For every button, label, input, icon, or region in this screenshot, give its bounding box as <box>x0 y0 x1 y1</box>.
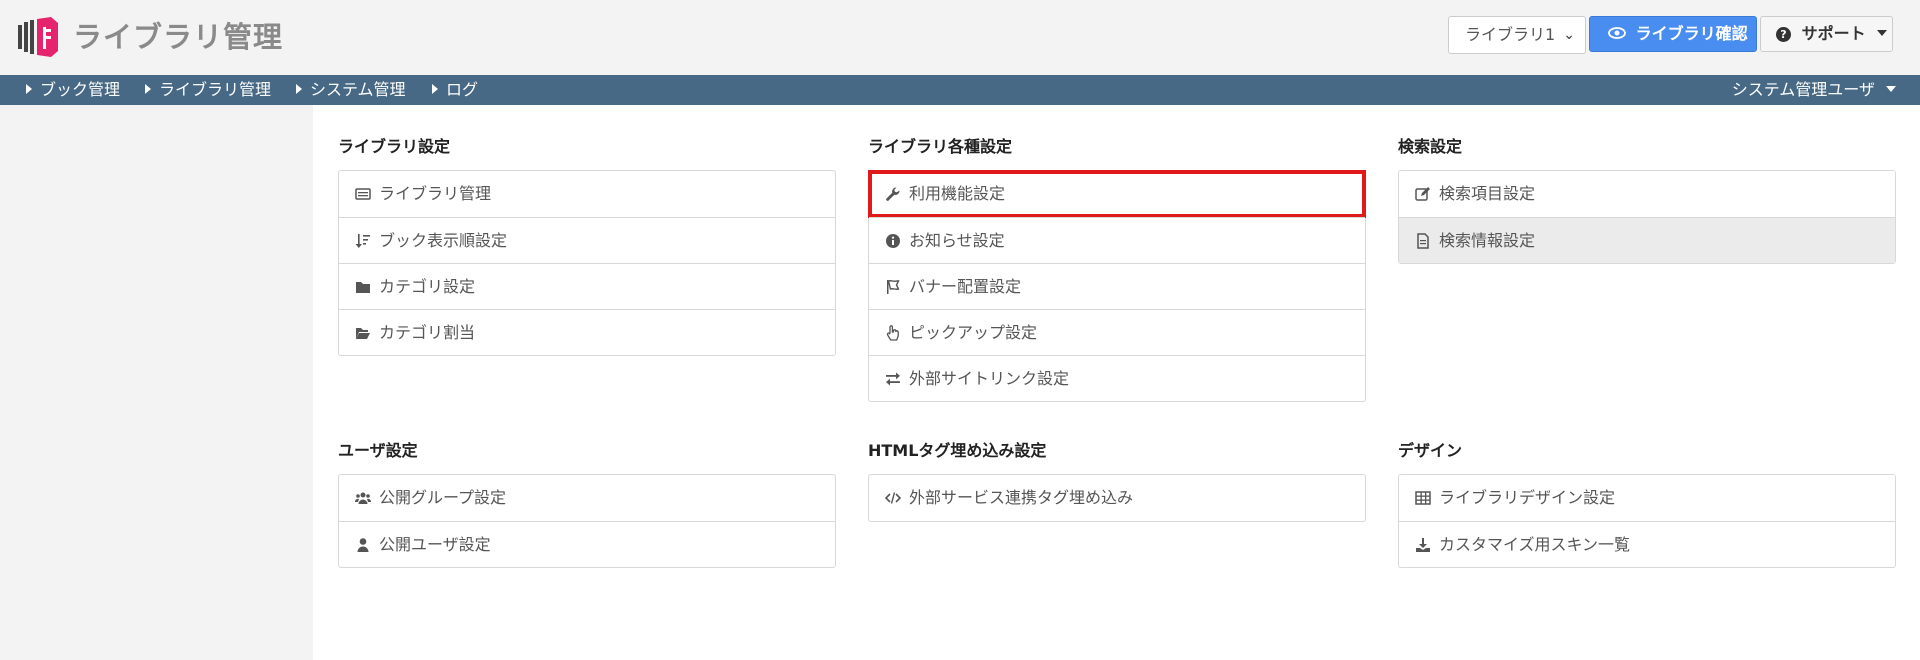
item-label: 検索情報設定 <box>1439 231 1536 250</box>
sidebar <box>0 105 313 660</box>
library-confirm-label: ライブラリ確認 <box>1635 24 1748 43</box>
section-design: デザイン ライブラリデザイン設定 カスタマイズ用スキン一覧 <box>1398 436 1896 568</box>
nav-item-log[interactable]: ログ <box>432 75 478 105</box>
eye-icon <box>1608 27 1626 39</box>
folder-open-icon <box>356 328 370 339</box>
item-label: 公開ユーザ設定 <box>379 535 491 554</box>
question-icon: ? <box>1776 27 1791 42</box>
app-title: ライブラリ管理 <box>73 20 284 54</box>
section-title: ライブラリ設定 <box>338 137 451 156</box>
list-item-public-users[interactable]: 公開ユーザ設定 <box>339 521 835 567</box>
item-label: 検索項目設定 <box>1439 184 1536 203</box>
edit-icon <box>1415 187 1430 201</box>
item-label: ピックアップ設定 <box>909 323 1038 342</box>
list-item-book-order[interactable]: ブック表示順設定 <box>339 217 835 263</box>
flag-icon <box>887 280 900 294</box>
section-title: ライブラリ各種設定 <box>868 137 1013 156</box>
library-select-value: ライブラリ1 <box>1465 25 1556 44</box>
caret-right-icon <box>26 84 32 94</box>
item-label: カテゴリ設定 <box>379 277 476 296</box>
library-select[interactable]: ライブラリ1 ⌄ <box>1448 16 1586 54</box>
file-icon <box>1417 233 1429 249</box>
main-content: ライブラリ設定 ライブラリ管理 ブック表示順設定 カテゴリ設定 カテゴリ割当 ラ… <box>313 105 1920 660</box>
settings-list: ライブラリデザイン設定 カスタマイズ用スキン一覧 <box>1398 474 1896 568</box>
app-logo-icon <box>18 17 58 57</box>
nav-item-label: システム管理 <box>310 80 406 99</box>
list-item-library-management[interactable]: ライブラリ管理 <box>339 171 835 217</box>
item-label: ブック表示順設定 <box>379 231 508 250</box>
chevron-down-icon: ⌄ <box>1563 27 1575 43</box>
item-label: 外部サイトリンク設定 <box>909 369 1070 388</box>
settings-list: 公開グループ設定 公開ユーザ設定 <box>338 474 836 568</box>
caret-down-icon <box>1886 86 1896 92</box>
users-icon <box>355 492 371 504</box>
nav-item-system[interactable]: システム管理 <box>296 75 406 105</box>
hand-pointer-icon <box>886 325 899 341</box>
item-label: お知らせ設定 <box>909 231 1005 250</box>
item-label: 公開グループ設定 <box>379 488 507 507</box>
list-item-public-groups[interactable]: 公開グループ設定 <box>339 475 835 521</box>
support-label: サポート <box>1801 24 1866 43</box>
section-search-settings: 検索設定 検索項目設定 検索情報設定 <box>1398 132 1896 264</box>
settings-list: ライブラリ管理 ブック表示順設定 カテゴリ設定 カテゴリ割当 <box>338 170 836 356</box>
section-html-tag-settings: HTMLタグ埋め込み設定 外部サービス連携タグ埋め込み <box>868 436 1366 522</box>
list-item-external-link-settings[interactable]: 外部サイトリンク設定 <box>869 355 1365 401</box>
table-icon <box>1415 491 1431 505</box>
list-item-search-fields[interactable]: 検索項目設定 <box>1399 171 1895 217</box>
user-menu-label: システム管理ユーザ <box>1731 80 1875 99</box>
settings-list: 外部サービス連携タグ埋め込み <box>868 474 1366 522</box>
section-library-settings: ライブラリ設定 ライブラリ管理 ブック表示順設定 カテゴリ設定 カテゴリ割当 <box>338 132 836 356</box>
item-label: 利用機能設定 <box>909 184 1006 203</box>
list-item-feature-settings[interactable]: 利用機能設定 <box>868 170 1366 218</box>
item-label: カスタマイズ用スキン一覧 <box>1439 535 1631 554</box>
list-item-pickup-settings[interactable]: ピックアップ設定 <box>869 309 1365 355</box>
list-item-category-assign[interactable]: カテゴリ割当 <box>339 309 835 355</box>
folder-icon <box>356 282 370 293</box>
item-label: ライブラリデザイン設定 <box>1439 488 1616 507</box>
info-icon <box>886 234 900 248</box>
caret-right-icon <box>145 84 151 94</box>
nav-item-book[interactable]: ブック管理 <box>26 75 120 105</box>
wrench-icon <box>886 187 900 201</box>
nav-item-label: ログ <box>446 80 479 99</box>
caret-right-icon <box>432 84 438 94</box>
section-title: デザイン <box>1398 441 1463 460</box>
list-item-category-settings[interactable]: カテゴリ設定 <box>339 263 835 309</box>
sort-icon <box>355 234 370 248</box>
list-item-library-design[interactable]: ライブラリデザイン設定 <box>1399 475 1895 521</box>
nav-item-label: ブック管理 <box>40 80 121 99</box>
caret-right-icon <box>296 84 302 94</box>
nav-item-label: ライブラリ管理 <box>159 80 272 99</box>
item-label: 外部サービス連携タグ埋め込み <box>909 488 1134 507</box>
item-label: バナー配置設定 <box>909 277 1022 296</box>
header: ライブラリ管理 ライブラリ1 ⌄ ライブラリ確認 ? サポート <box>0 0 1920 75</box>
section-title: ユーザ設定 <box>338 441 418 460</box>
list-item-banner-settings[interactable]: バナー配置設定 <box>869 263 1365 309</box>
section-various-settings: ライブラリ各種設定 利用機能設定 お知らせ設定 バナー配置設定 ピックアップ設定… <box>868 132 1366 402</box>
user-icon <box>357 538 369 552</box>
settings-list: 検索項目設定 検索情報設定 <box>1398 170 1896 264</box>
code-icon <box>885 492 901 504</box>
user-menu[interactable]: システム管理ユーザ <box>1732 75 1896 105</box>
list-item-external-service-tags[interactable]: 外部サービス連携タグ埋め込み <box>869 475 1365 521</box>
section-user-settings: ユーザ設定 公開グループ設定 公開ユーザ設定 <box>338 436 836 568</box>
main-nav: ブック管理 ライブラリ管理 システム管理 ログ システム管理ユーザ <box>0 75 1920 105</box>
settings-list: 利用機能設定 お知らせ設定 バナー配置設定 ピックアップ設定 外部サイトリンク設… <box>868 170 1366 402</box>
section-title: HTMLタグ埋め込み設定 <box>868 441 1047 460</box>
section-title: 検索設定 <box>1398 137 1463 156</box>
list-icon <box>355 188 371 200</box>
caret-down-icon <box>1877 30 1888 36</box>
download-icon <box>1416 538 1430 552</box>
list-item-notice-settings[interactable]: お知らせ設定 <box>869 217 1365 263</box>
item-label: カテゴリ割当 <box>379 323 476 342</box>
item-label: ライブラリ管理 <box>379 184 492 203</box>
support-button[interactable]: ? サポート <box>1760 16 1893 52</box>
exchange-icon <box>886 372 900 386</box>
list-item-custom-skins[interactable]: カスタマイズ用スキン一覧 <box>1399 521 1895 567</box>
nav-item-library[interactable]: ライブラリ管理 <box>145 75 271 105</box>
list-item-search-info[interactable]: 検索情報設定 <box>1399 217 1895 263</box>
library-confirm-button[interactable]: ライブラリ確認 <box>1589 16 1757 52</box>
